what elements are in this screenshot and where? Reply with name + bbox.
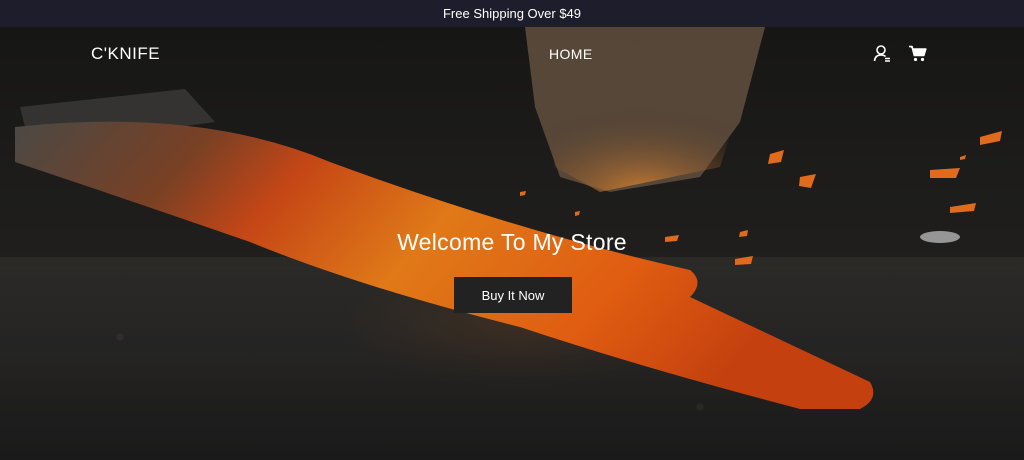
account-icon[interactable]: [871, 42, 893, 64]
buy-it-now-button[interactable]: Buy It Now: [454, 277, 572, 313]
store-logo[interactable]: C'KNIFE: [91, 44, 160, 64]
announcement-text: Free Shipping Over $49: [442, 6, 582, 21]
announcement-bar: Free Shipping Over $49: [0, 0, 1024, 27]
cart-icon[interactable]: [906, 42, 928, 64]
nav-item-home[interactable]: HOME: [549, 46, 593, 62]
site-header: C'KNIFE HOME: [0, 27, 1024, 82]
hero-title: Welcome To My Store: [397, 229, 627, 255]
